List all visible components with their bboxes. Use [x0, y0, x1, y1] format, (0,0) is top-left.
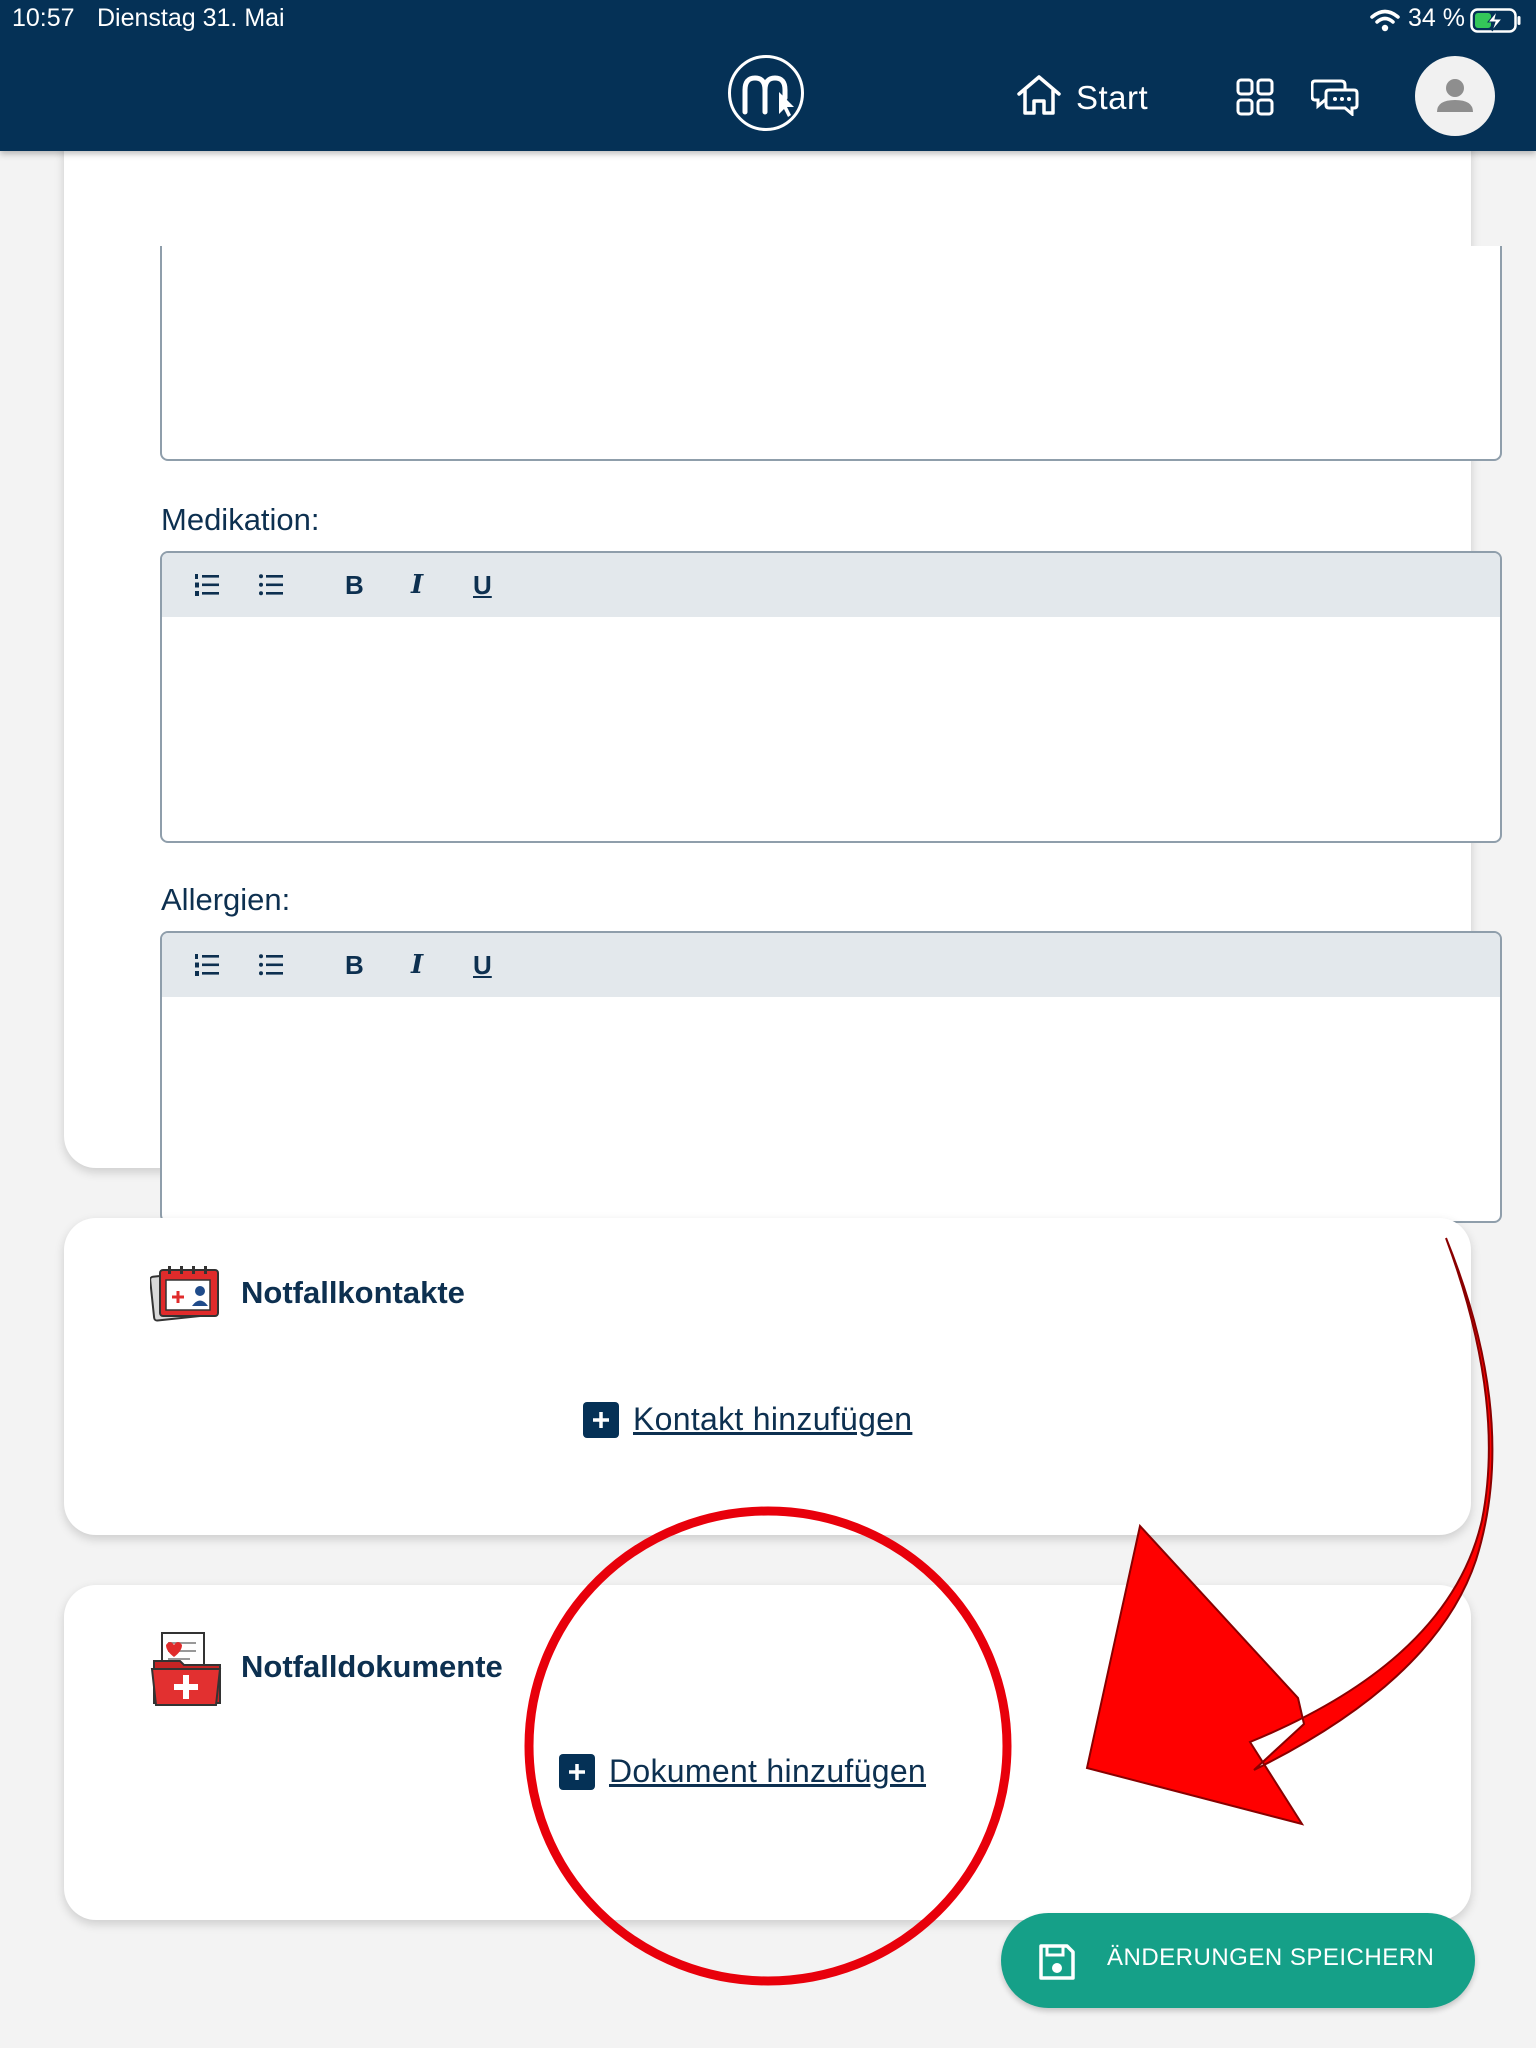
- status-date: Dienstag 31. Mai: [97, 4, 285, 32]
- add-document-label: Dokument hinzufügen: [609, 1753, 927, 1789]
- save-changes-button[interactable]: ÄNDERUNGEN SPEICHERN: [1001, 1913, 1475, 2008]
- grid-icon[interactable]: [1236, 78, 1274, 121]
- medication-label: Medikation:: [161, 502, 320, 537]
- underline-button[interactable]: U: [473, 567, 492, 603]
- italic-button[interactable]: I: [411, 947, 423, 983]
- underline-button[interactable]: U: [473, 947, 492, 983]
- nav-home-label: Start: [1076, 78, 1149, 116]
- status-time: 10:57: [12, 4, 75, 32]
- app-logo-icon[interactable]: [728, 55, 804, 131]
- plus-icon: [559, 1753, 595, 1790]
- save-icon: [1038, 1943, 1076, 1986]
- add-contact-label: Kontakt hinzufügen: [633, 1401, 913, 1437]
- wifi-icon: [1370, 8, 1400, 37]
- nav-home-button[interactable]: Start: [1016, 74, 1148, 121]
- chat-icon[interactable]: [1310, 78, 1359, 121]
- battery-icon: [1470, 8, 1522, 39]
- bullet-list-icon[interactable]: [258, 947, 284, 983]
- ordered-list-icon[interactable]: [194, 947, 220, 983]
- bullet-list-icon[interactable]: [258, 567, 284, 603]
- plus-icon: [583, 1401, 619, 1438]
- add-contact-link[interactable]: Kontakt hinzufügen: [583, 1401, 912, 1438]
- allergies-label: Allergien:: [161, 882, 291, 917]
- bold-button[interactable]: B: [345, 567, 364, 603]
- medication-editor[interactable]: B I U: [160, 551, 1502, 843]
- emergency-documents-title: Notfalldokumente: [241, 1649, 503, 1684]
- previous-textarea[interactable]: [160, 246, 1502, 461]
- emergency-contacts-title: Notfallkontakte: [241, 1275, 465, 1310]
- avatar-icon[interactable]: [1415, 56, 1495, 136]
- emergency-documents-icon: [150, 1629, 224, 1712]
- health-info-card: Medikation: B I U Allergien: B I U: [64, 100, 1502, 1223]
- ordered-list-icon[interactable]: [194, 567, 220, 603]
- emergency-contacts-icon: [149, 1264, 224, 1329]
- battery-percentage: 34 %: [1408, 4, 1465, 32]
- editor-toolbar: B I U: [162, 933, 1500, 997]
- bold-button[interactable]: B: [345, 947, 364, 983]
- add-document-link[interactable]: Dokument hinzufügen: [559, 1753, 926, 1790]
- editor-toolbar: B I U: [162, 553, 1500, 617]
- home-icon: [1016, 74, 1062, 121]
- italic-button[interactable]: I: [411, 567, 423, 603]
- emergency-documents-card: Notfalldokumente Dokument hinzufügen: [64, 1585, 1471, 1920]
- top-bar: 10:57 Dienstag 31. Mai 34 % Start: [0, 0, 1536, 151]
- allergies-editor[interactable]: B I U: [160, 931, 1502, 1223]
- save-changes-label: ÄNDERUNGEN SPEICHERN: [1107, 1944, 1435, 1971]
- emergency-contacts-card: Notfallkontakte Kontakt hinzufügen: [64, 1218, 1471, 1535]
